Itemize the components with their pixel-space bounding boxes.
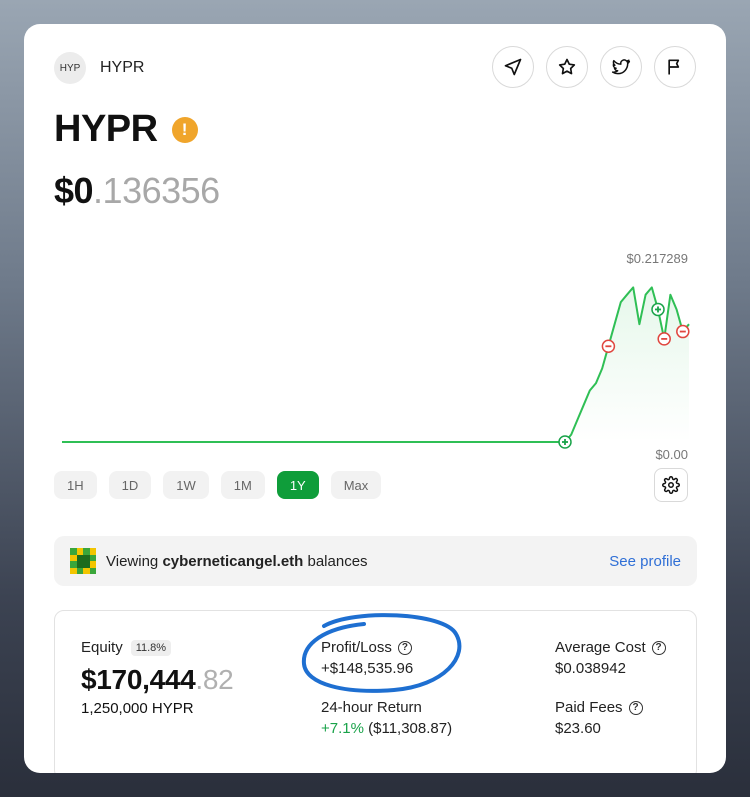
- action-buttons: [492, 46, 696, 88]
- range-tab-1m[interactable]: 1M: [220, 471, 265, 499]
- banner-account: cyberneticangel.eth: [162, 552, 304, 570]
- equity-decimals: .82: [195, 664, 234, 695]
- avg-cost-label: Average Cost: [555, 639, 646, 656]
- avg-cost-value: $0.038942: [555, 660, 626, 677]
- pnl-help-icon[interactable]: ?: [397, 640, 412, 655]
- twitter-button[interactable]: [600, 46, 642, 88]
- time-range-tabs: 1H 1D 1W 1M 1Y Max: [54, 471, 382, 499]
- token-name: HYPR: [100, 59, 145, 76]
- price-whole: $0: [54, 170, 94, 211]
- chart-min-label: $0.00: [655, 447, 688, 462]
- gear-icon: [662, 476, 680, 494]
- favorite-button[interactable]: [546, 46, 588, 88]
- fees-label-row: Paid Fees ?: [555, 699, 643, 716]
- fees-section: Paid Fees ? $23.60: [555, 699, 643, 737]
- avg-cost-section: Average Cost ? $0.038942: [555, 639, 666, 677]
- equity-badge: 11.8%: [130, 639, 172, 656]
- range-tab-1d[interactable]: 1D: [108, 471, 152, 499]
- return-value-row: +7.1% ($11,308.87): [321, 720, 452, 737]
- banner-suffix: balances: [307, 552, 368, 570]
- chart-markers: [558, 302, 690, 449]
- viewing-banner: Viewing cyberneticangel.eth balances See…: [54, 536, 697, 586]
- page-title: HYPR: [54, 108, 158, 150]
- twitter-icon: [611, 59, 631, 75]
- pnl-label: Profit/Loss: [321, 639, 392, 656]
- equity-label-row: Equity 11.8%: [81, 639, 233, 656]
- send-icon: [504, 58, 522, 76]
- warning-icon[interactable]: !: [171, 116, 198, 143]
- account-avatar: [70, 548, 96, 574]
- range-tab-max[interactable]: Max: [330, 471, 382, 499]
- price-chart: $0.217289 $0.00: [62, 251, 690, 462]
- fees-help-icon[interactable]: ?: [628, 700, 643, 715]
- fees-value: $23.60: [555, 720, 601, 737]
- sell-marker[interactable]: [657, 332, 671, 346]
- price-decimals: .136356: [93, 170, 220, 211]
- chart-max-label: $0.217289: [627, 251, 688, 266]
- chart-area: [62, 287, 689, 442]
- flag-icon: [668, 59, 680, 75]
- fees-label: Paid Fees: [555, 699, 623, 716]
- return-value: ($11,308.87): [368, 720, 453, 737]
- avg-cost-help-icon[interactable]: ?: [651, 640, 666, 655]
- holding-amount: 1,250,000 HYPR: [81, 700, 194, 717]
- sell-marker[interactable]: [676, 324, 690, 339]
- token-header: HYP HYPR: [54, 52, 144, 84]
- position-stats: Equity 11.8% $170,444.82 1,250,000 HYPR …: [54, 610, 697, 773]
- range-tab-1y[interactable]: 1Y: [276, 471, 319, 499]
- report-button[interactable]: [654, 46, 696, 88]
- range-tab-1w[interactable]: 1W: [163, 471, 209, 499]
- pnl-value: +$148,535.96: [321, 660, 414, 677]
- return-section: 24-hour Return +7.1% ($11,308.87): [321, 699, 452, 737]
- chart-settings-button[interactable]: [654, 468, 688, 502]
- avatar-pixel: [89, 567, 96, 574]
- range-tab-1h[interactable]: 1H: [54, 471, 97, 499]
- token-logo: HYP: [54, 52, 86, 84]
- equity-value: $170,444.82: [81, 664, 234, 696]
- see-profile-link[interactable]: See profile: [609, 553, 681, 570]
- star-icon: [558, 58, 576, 75]
- chart-line: [62, 286, 690, 443]
- banner-prefix: Viewing: [106, 552, 159, 570]
- token-card: HYP HYPR HYPR ! $0.136356 $0.217289 $0.0…: [24, 24, 726, 773]
- buy-marker[interactable]: [651, 302, 665, 317]
- return-pct: +7.1%: [321, 720, 364, 737]
- current-price: $0.136356: [54, 170, 220, 212]
- pnl-label-row: Profit/Loss ?: [321, 639, 413, 656]
- pnl-section: Profit/Loss ? +$148,535.96: [321, 639, 413, 677]
- equity-whole: $170,444: [81, 664, 196, 695]
- banner-text: Viewing cyberneticangel.eth balances: [106, 553, 368, 570]
- sell-marker[interactable]: [601, 339, 616, 354]
- avg-cost-label-row: Average Cost ?: [555, 639, 666, 656]
- share-button[interactable]: [492, 46, 534, 88]
- title-row: HYPR !: [54, 108, 198, 151]
- equity-label: Equity: [81, 639, 123, 656]
- return-label: 24-hour Return: [321, 699, 422, 716]
- buy-marker[interactable]: [558, 435, 572, 449]
- equity-section: Equity 11.8% $170,444.82 1,250,000 HYPR: [81, 639, 234, 717]
